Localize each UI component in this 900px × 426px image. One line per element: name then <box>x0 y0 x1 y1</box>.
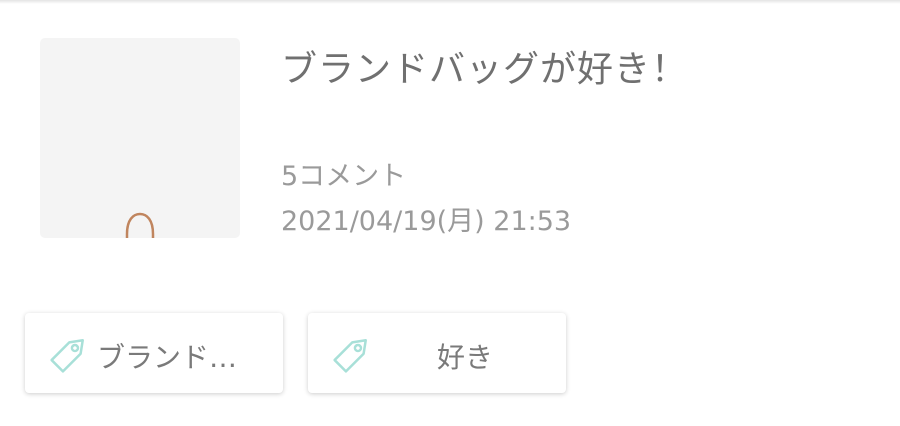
tag-icon <box>50 339 84 373</box>
tag-button-brand[interactable]: ブランド… <box>25 313 283 393</box>
comment-count: 5コメント <box>281 161 407 192</box>
article-title[interactable]: ブランドバッグが好き！ <box>281 40 688 92</box>
tag-label: ブランド… <box>97 341 238 374</box>
post-date: 2021/04/19(月) 21:53 <box>281 206 572 237</box>
top-divider <box>0 0 900 4</box>
tag-icon <box>333 339 367 373</box>
tag-button-like[interactable]: 好き <box>308 313 566 393</box>
article-thumbnail[interactable] <box>40 38 240 238</box>
page: ブランドバッグが好き！ 5コメント 2021/04/19(月) 21:53 ブラ… <box>0 0 900 426</box>
bag-image <box>125 212 155 238</box>
tag-label: 好き <box>436 341 493 374</box>
